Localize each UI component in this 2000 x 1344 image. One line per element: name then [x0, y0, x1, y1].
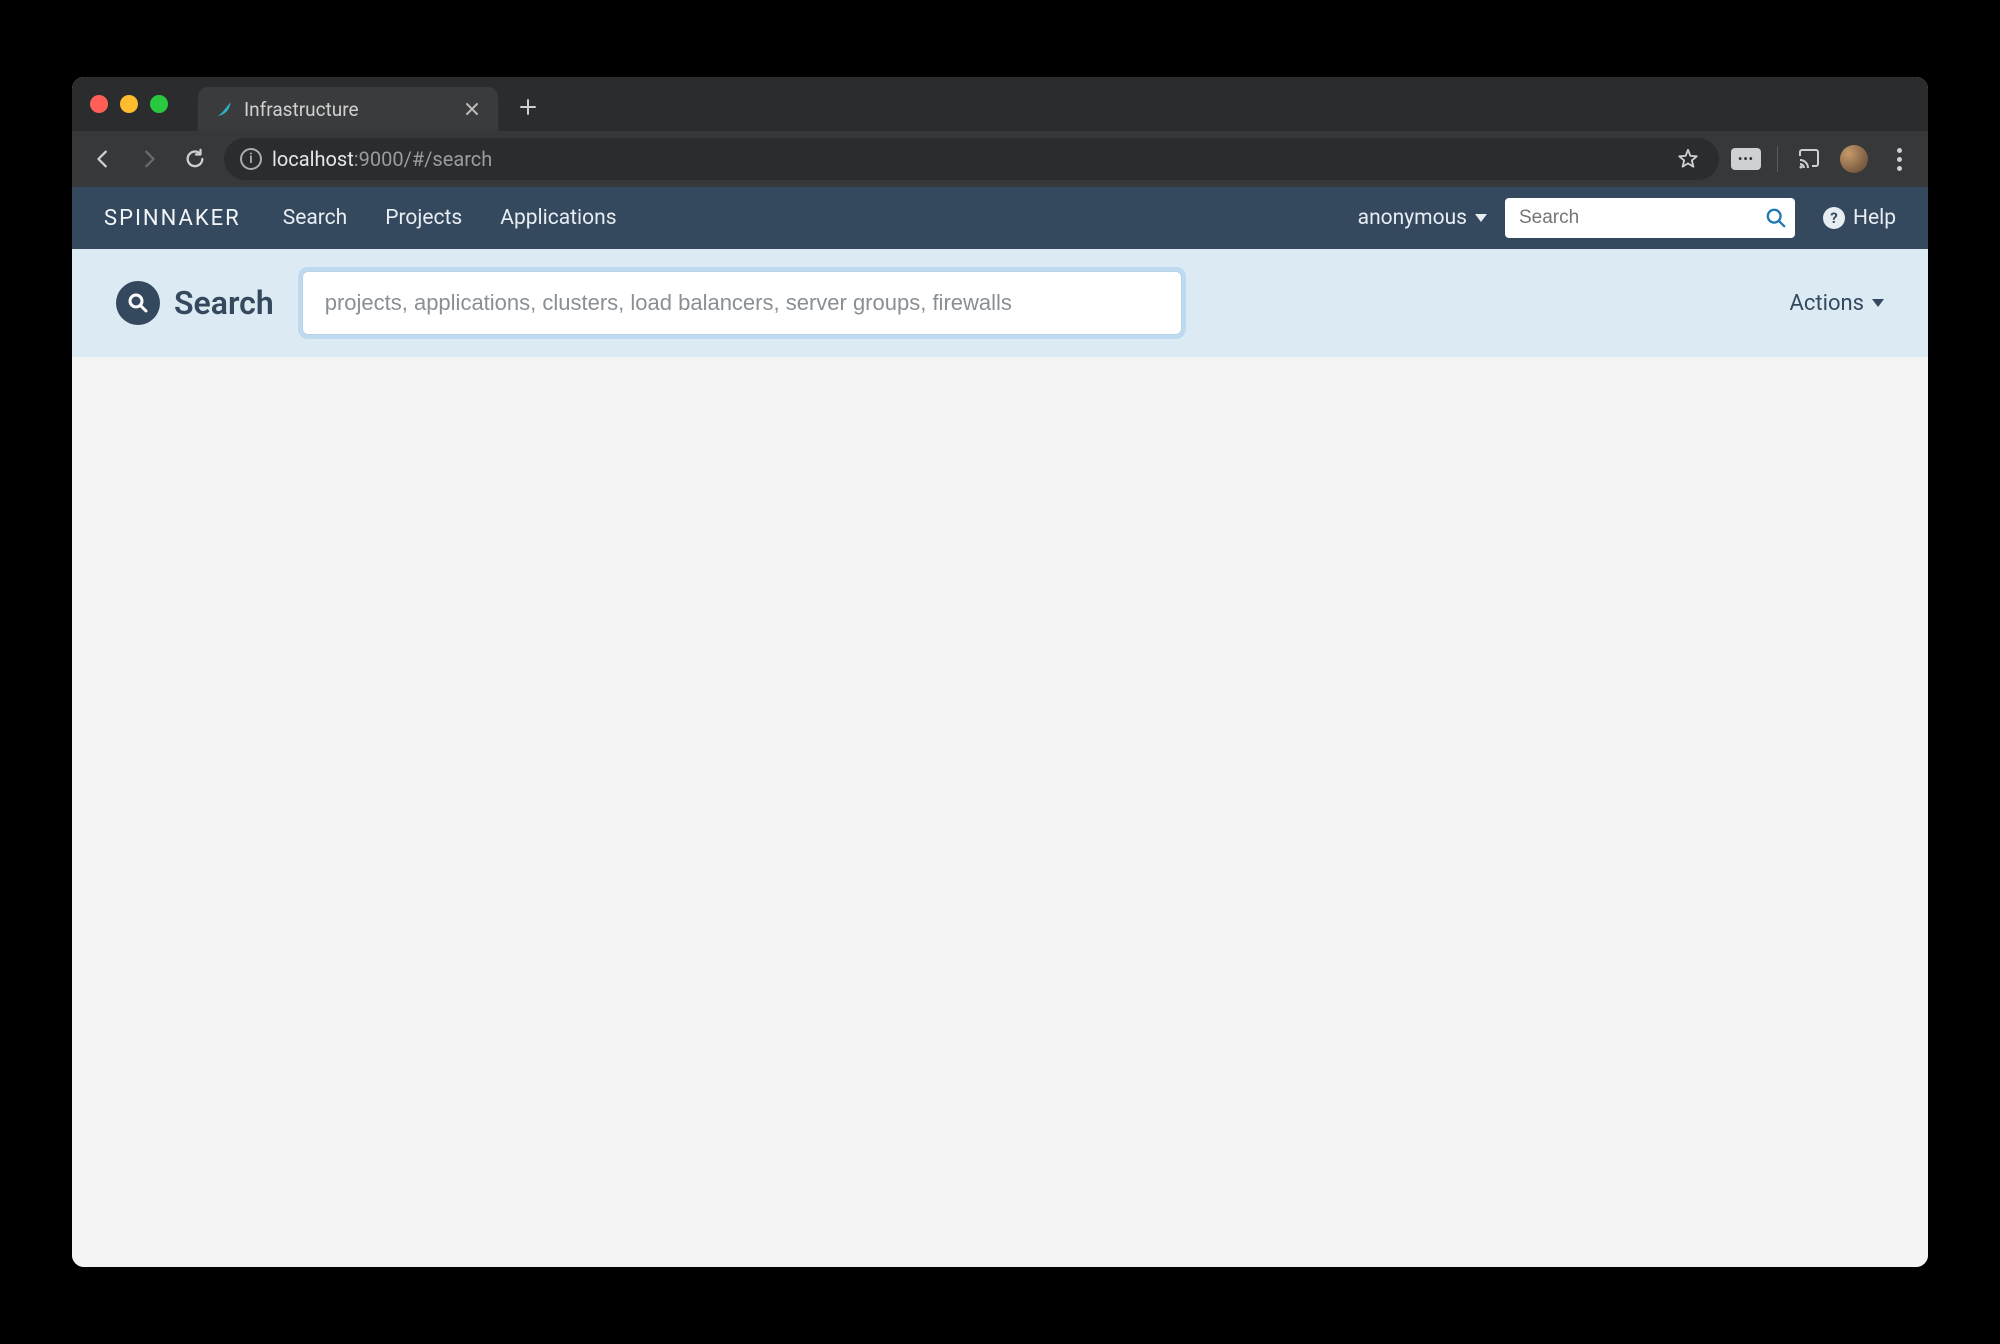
- address-bar[interactable]: i localhost:9000/#/search: [224, 138, 1719, 180]
- address-bar-row: i localhost:9000/#/search •••: [72, 131, 1928, 187]
- help-label: Help: [1853, 206, 1896, 230]
- header-search: [1505, 198, 1795, 238]
- extension-badge-icon[interactable]: •••: [1731, 148, 1761, 170]
- spinnaker-favicon-icon: [214, 99, 234, 119]
- page-title: Search: [116, 281, 274, 325]
- browser-tab[interactable]: Infrastructure: [198, 87, 498, 131]
- app-header: SPINNAKER Search Projects Applications a…: [72, 187, 1928, 249]
- actions-menu[interactable]: Actions: [1790, 291, 1884, 316]
- url-rest: :9000/#/search: [354, 147, 493, 171]
- content-area: [72, 357, 1928, 1267]
- reload-button[interactable]: [178, 142, 212, 176]
- nav-link-applications[interactable]: Applications: [500, 206, 616, 230]
- caret-down-icon: [1872, 299, 1884, 307]
- cast-icon[interactable]: [1794, 144, 1824, 174]
- toolbar-right: •••: [1731, 144, 1914, 174]
- main-search: [302, 271, 1182, 335]
- back-button[interactable]: [86, 142, 120, 176]
- user-name: anonymous: [1358, 206, 1467, 230]
- url-host: localhost: [272, 147, 354, 171]
- caret-down-icon: [1475, 214, 1487, 222]
- browser-window: Infrastructure i l: [72, 77, 1928, 1267]
- main-search-input[interactable]: [302, 271, 1182, 335]
- site-info-icon[interactable]: i: [240, 148, 262, 170]
- nav-link-search[interactable]: Search: [283, 206, 348, 230]
- minimize-window-button[interactable]: [120, 95, 138, 113]
- header-search-button[interactable]: [1765, 207, 1787, 229]
- page-title-text: Search: [174, 284, 274, 322]
- nav-link-projects[interactable]: Projects: [385, 206, 462, 230]
- primary-nav: Search Projects Applications: [283, 206, 617, 230]
- close-window-button[interactable]: [90, 95, 108, 113]
- forward-button[interactable]: [132, 142, 166, 176]
- actions-label: Actions: [1790, 291, 1864, 316]
- page-header-bar: Search Actions: [72, 249, 1928, 357]
- divider: [1777, 146, 1778, 172]
- window-controls: [90, 95, 168, 113]
- search-icon: [116, 281, 160, 325]
- help-link[interactable]: ? Help: [1823, 206, 1896, 230]
- tab-title: Infrastructure: [244, 98, 359, 121]
- maximize-window-button[interactable]: [150, 95, 168, 113]
- header-search-input[interactable]: [1505, 198, 1795, 238]
- help-icon: ?: [1823, 207, 1845, 229]
- close-tab-button[interactable]: [462, 99, 482, 119]
- browser-menu-button[interactable]: [1884, 144, 1914, 174]
- tab-strip: Infrastructure: [72, 77, 1928, 131]
- user-menu[interactable]: anonymous: [1358, 206, 1487, 230]
- new-tab-button[interactable]: [510, 89, 546, 125]
- browser-chrome: Infrastructure i l: [72, 77, 1928, 187]
- bookmark-star-icon[interactable]: [1673, 144, 1703, 174]
- brand-logo[interactable]: SPINNAKER: [104, 206, 241, 231]
- profile-avatar[interactable]: [1840, 145, 1868, 173]
- url-text: localhost:9000/#/search: [272, 147, 492, 171]
